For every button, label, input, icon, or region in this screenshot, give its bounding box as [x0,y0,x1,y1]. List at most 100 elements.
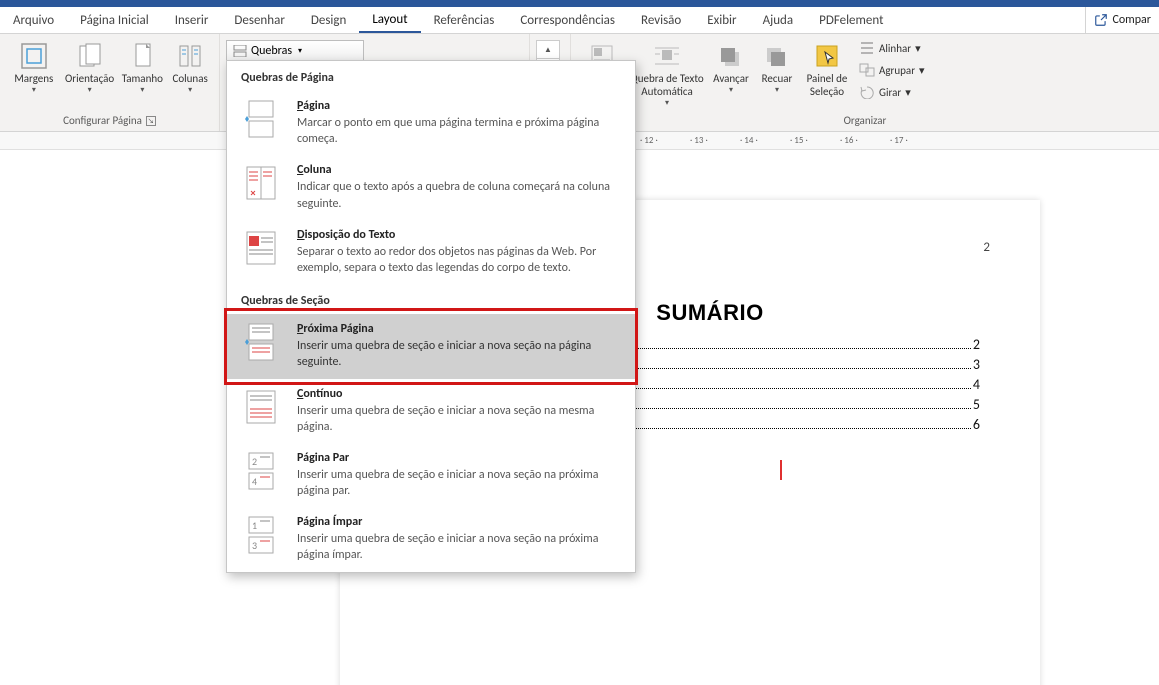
colunas-button[interactable]: Colunas ▾ [167,36,213,95]
proxima-pagina-icon [241,322,281,362]
chevron-down-icon: ▾ [665,98,669,108]
chevron-down-icon: ▾ [919,64,925,77]
painel-selecao-button[interactable]: Painel de Seleção [799,36,855,98]
tab-exibir[interactable]: Exibir [694,7,749,33]
dd-item-disposicao-texto[interactable]: Disposição do Texto Separar o texto ao re… [227,220,635,284]
dd-item-desc: Inserir uma quebra de seção e iniciar a … [297,531,621,563]
tab-layout[interactable]: Layout [359,7,420,33]
alinhar-button[interactable]: Alinhar ▾ [859,38,925,58]
toc-page: 3 [973,356,980,373]
tab-pagina-inicial[interactable]: Página Inicial [67,7,162,33]
dd-item-title: Página Par [297,451,621,465]
tab-correspondencias[interactable]: Correspondências [507,7,628,33]
chevron-down-icon: ▾ [775,85,779,95]
toc-page: 4 [973,376,980,393]
text-cursor [780,460,782,480]
toc-page: 2 [973,336,980,353]
alinhar-label: Alinhar [879,42,911,55]
dd-item-continuo[interactable]: ContínuoInserir uma quebra de seção e in… [227,379,635,443]
tab-ajuda[interactable]: Ajuda [750,7,807,33]
girar-label: Girar [879,86,901,99]
chevron-down-icon: ▾ [140,85,144,95]
svg-text:2: 2 [252,455,257,468]
chevron-down-icon: ▾ [915,42,921,55]
dd-item-title: Próxima Página [297,322,621,336]
send-backward-icon [761,42,793,70]
group-label-organizar: Organizar [571,114,1159,127]
dd-item-title: Página [297,99,621,113]
chevron-down-icon: ▾ [729,85,733,95]
tamanho-label: Tamanho [122,72,163,85]
pagina-impar-icon: 13 [241,515,281,555]
quebras-label: Quebras [251,44,292,58]
title-bar [0,0,1159,7]
chevron-down-icon: ▾ [32,85,36,95]
tamanho-icon [126,42,158,70]
share-label: Compar [1112,13,1151,27]
quebra-texto-label: Quebra de Texto Automática [627,72,707,98]
colunas-label: Colunas [172,72,207,85]
quebras-button[interactable]: Quebras ▾ [226,40,364,62]
dd-item-title: Contínuo [297,387,621,401]
tamanho-button[interactable]: Tamanho ▾ [117,36,167,95]
avancar-label: Avançar [713,72,749,85]
align-icon [859,41,875,55]
quebra-texto-button[interactable]: Quebra de Texto Automática ▾ [627,36,707,108]
spinner-up-icon[interactable]: ▲ [537,41,559,59]
margens-button[interactable]: Margens ▾ [6,36,62,95]
chevron-down-icon: ▾ [88,85,92,95]
share-icon [1094,13,1108,27]
tab-desenhar[interactable]: Desenhar [221,7,297,33]
share-button[interactable]: Compar [1085,7,1159,33]
tab-design[interactable]: Design [298,7,359,33]
dd-item-desc: Inserir uma quebra de seção e iniciar a … [297,338,621,370]
page-break-icon [233,45,247,57]
margens-icon [18,42,50,70]
avancar-button[interactable]: Avançar ▾ [707,36,755,95]
ribbon-tabs: Arquivo Página Inicial Inserir Desenhar … [0,7,1159,34]
chevron-down-icon: ▾ [188,85,192,95]
recuar2-label: Recuar [762,72,793,85]
dd-item-title: Coluna [297,163,621,177]
tab-pdfelement[interactable]: PDFelement [806,7,896,33]
arrange-mini-column: Alinhar ▾ Agrupar ▾ Girar ▾ [855,36,929,104]
continuo-icon [241,387,281,427]
painel-selecao-label: Painel de Seleção [799,72,855,98]
coluna-icon [241,163,281,203]
toc-leader [595,428,971,429]
quebras-dropdown[interactable]: Quebras de Página PáginaMarcar o ponto e… [226,60,636,573]
agrupar-button[interactable]: Agrupar ▾ [859,60,925,80]
chevron-down-icon: ▾ [905,86,911,99]
dd-item-desc: Separar o texto ao redor dos objetos nas… [297,244,621,276]
dd-item-desc: Inserir uma quebra de seção e iniciar a … [297,467,621,499]
dd-item-desc: Indicar que o texto após a quebra de col… [297,179,621,211]
tab-arquivo[interactable]: Arquivo [0,7,67,33]
bring-forward-icon [715,42,747,70]
orientacao-icon [74,42,106,70]
page-number: 2 [983,240,990,255]
tab-revisao[interactable]: Revisão [628,7,694,33]
dd-item-title: Página Ímpar [297,515,621,529]
girar-button[interactable]: Girar ▾ [859,82,925,102]
group-icon [859,63,875,77]
dd-item-coluna[interactable]: Coluna Indicar que o texto após a quebra … [227,155,635,219]
orientacao-button[interactable]: Orientação ▾ [62,36,118,95]
svg-text:1: 1 [252,519,257,532]
dd-item-proxima-pagina[interactable]: Próxima Página Inserir uma quebra de seçã… [227,314,635,378]
toc-page: 6 [973,416,980,433]
tab-inserir[interactable]: Inserir [162,7,222,33]
tab-referencias[interactable]: Referências [421,7,508,33]
dd-item-pagina-impar[interactable]: 13Página ÍmparInserir uma quebra de seçã… [227,507,635,571]
recuar-button[interactable]: Recuar ▾ [755,36,799,95]
colunas-icon [174,42,206,70]
orientacao-label: Orientação [65,72,114,85]
svg-text:3: 3 [252,539,257,552]
group-organizar: Posição ▾ Quebra de Texto Automática ▾ A… [571,34,1159,131]
chevron-down-icon: ▾ [298,46,302,56]
agrupar-label: Agrupar [879,64,915,77]
dd-item-title: Disposição do Texto [297,228,621,242]
dd-item-pagina[interactable]: PáginaMarcar o ponto em que uma página t… [227,91,635,155]
dd-item-pagina-par[interactable]: 24Página ParInserir uma quebra de seção … [227,443,635,507]
dd-section-page-breaks: Quebras de Página [227,61,635,91]
selection-pane-icon [811,42,843,70]
